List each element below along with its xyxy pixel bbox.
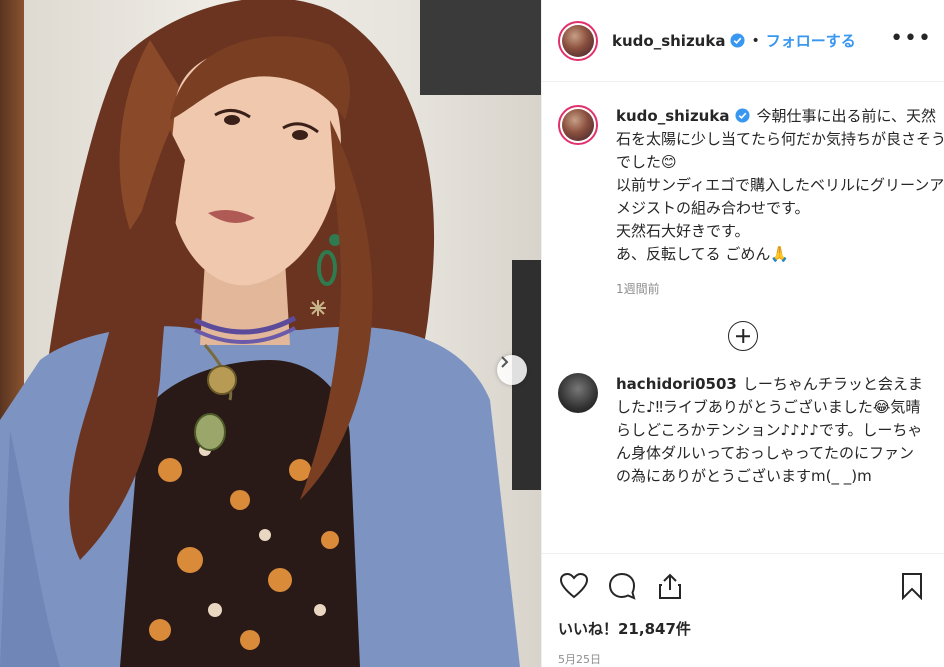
caption-timestamp[interactable]: 1週間前: [616, 280, 944, 297]
action-icons: [558, 554, 928, 618]
caption-avatar[interactable]: [558, 105, 598, 145]
caption-block: kudo_shizuka 今朝仕事に出る前に、天然石を太陽に少し当てたら何だか気持…: [616, 105, 944, 297]
post-side-panel: kudo_shizuka • フォローする ••• kudo_shizuka 今朝…: [541, 0, 944, 667]
caption-text: kudo_shizuka 今朝仕事に出る前に、天然石を太陽に少し当てたら何だか気持…: [616, 105, 944, 266]
comment-button[interactable]: [606, 570, 638, 602]
verified-badge-icon: [735, 108, 750, 123]
verified-badge-icon: [730, 33, 745, 48]
comment-item: hachidori0503 しーちゃんチラッと会えました♪‼ライブありがとうござい…: [558, 373, 928, 488]
commenter-avatar[interactable]: [558, 373, 598, 413]
comment-bubble-icon: [608, 572, 636, 600]
caption-username[interactable]: kudo_shizuka: [616, 107, 729, 125]
post-photo[interactable]: [0, 0, 541, 667]
separator-dot: •: [751, 32, 760, 49]
comment-text: hachidori0503 しーちゃんチラッと会えました♪‼ライブありがとうござい…: [616, 373, 928, 488]
caption-avatar-image: [562, 109, 594, 141]
like-button[interactable]: [558, 570, 590, 602]
heart-icon: [560, 573, 588, 599]
instagram-post: kudo_shizuka • フォローする ••• kudo_shizuka 今朝…: [0, 0, 944, 667]
avatar[interactable]: [558, 20, 598, 61]
portrait-illustration: [0, 0, 520, 667]
share-button[interactable]: [654, 570, 686, 602]
follow-button[interactable]: フォローする: [766, 30, 856, 51]
bookmark-icon: [902, 573, 922, 600]
load-more-comments: [558, 321, 928, 351]
caption-comment: kudo_shizuka 今朝仕事に出る前に、天然石を太陽に少し当てたら何だか気持…: [558, 105, 944, 297]
comments-list: kudo_shizuka 今朝仕事に出る前に、天然石を太陽に少し当てたら何だか気持…: [542, 83, 944, 553]
header-username[interactable]: kudo_shizuka: [612, 32, 725, 50]
share-icon: [659, 573, 681, 599]
post-actions: いいね！21,847件 5月25日: [542, 553, 944, 667]
post-date[interactable]: 5月25日: [558, 651, 928, 667]
header-user-info: kudo_shizuka • フォローする: [612, 30, 856, 51]
more-options-icon[interactable]: •••: [890, 26, 932, 51]
caption-line: 以前サンディエゴで購入したベリルにグリーンアメジストの組み合わせです。: [616, 176, 944, 217]
avatar-image: [562, 24, 594, 57]
plus-circle-icon[interactable]: [728, 321, 758, 351]
caption-line: あ、反転してる ごめん🙏: [616, 245, 789, 263]
commenter-username[interactable]: hachidori0503: [616, 375, 737, 393]
likes-count[interactable]: いいね！21,847件: [558, 618, 928, 639]
post-header: kudo_shizuka • フォローする •••: [542, 0, 944, 82]
caption-line: 天然石大好きです。: [616, 222, 750, 240]
save-button[interactable]: [896, 570, 928, 602]
chevron-right-icon: [501, 356, 509, 368]
next-photo-button[interactable]: [497, 355, 527, 385]
